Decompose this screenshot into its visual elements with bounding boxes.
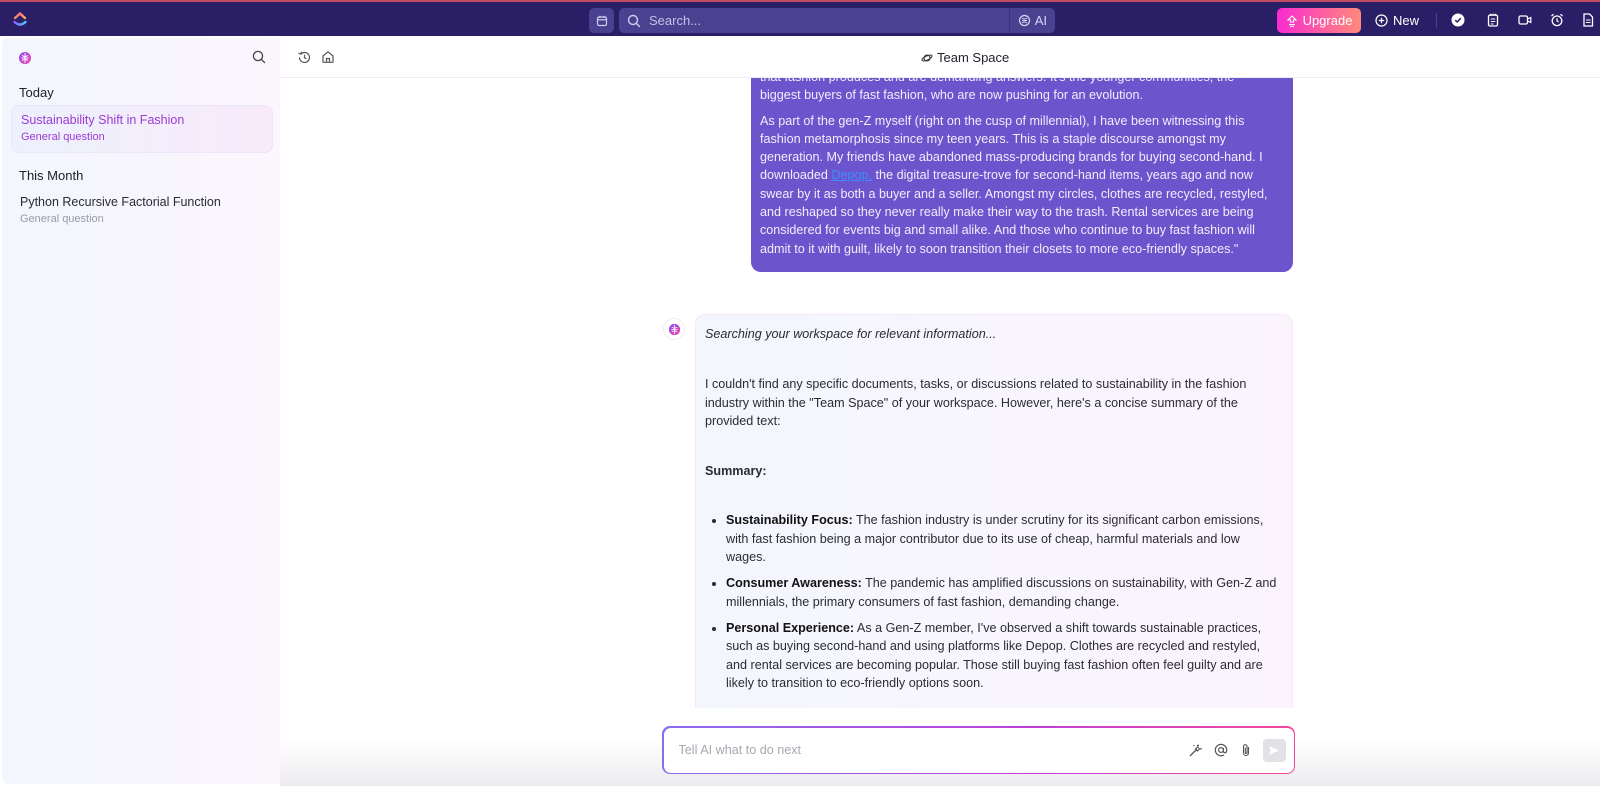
chat-title: Python Recursive Factorial Function (20, 195, 221, 209)
user-text: that fashion produces and are demanding … (760, 78, 1234, 84)
magic-wand-button[interactable] (1188, 742, 1204, 758)
document-icon (1583, 13, 1594, 27)
at-sign-icon (1214, 743, 1227, 757)
chat-transcript[interactable]: that fashion produces and are demanding … (280, 78, 1600, 708)
upgrade-icon (1286, 14, 1297, 27)
plus-circle-icon (1375, 14, 1388, 27)
reminders-button[interactable] (1549, 12, 1565, 28)
ai-brain-logo-icon (18, 51, 32, 65)
chat-history-item[interactable]: Sustainability Shift in Fashion General … (11, 105, 273, 153)
chat-subtitle: General question (20, 213, 104, 225)
composer-inner (663, 727, 1294, 773)
upgrade-label: Upgrade (1302, 13, 1353, 28)
new-label: New (1393, 13, 1420, 28)
search-icon (252, 50, 266, 64)
user-message-para-1: that fashion produces and are demanding … (760, 78, 1284, 105)
space-title-text: Team Space (937, 50, 1010, 65)
home-button[interactable] (321, 50, 335, 64)
sidebar-search-button[interactable] (252, 50, 268, 66)
ai-brain-icon (1018, 14, 1030, 27)
ai-intro-text: I couldn't find any specific documents, … (705, 377, 1247, 428)
record-video-button[interactable] (1517, 12, 1533, 28)
summary-bullet: Personal Experience: As a Gen-Z member, … (726, 619, 1283, 692)
search-icon (627, 14, 641, 27)
notepad-button[interactable] (1485, 12, 1501, 28)
ai-brain-icon (668, 323, 680, 335)
user-message-para-2: As part of the gen-Z myself (right on th… (760, 112, 1284, 258)
section-title-this-month: This Month (19, 168, 84, 183)
mention-button[interactable] (1213, 742, 1229, 758)
bullet-label: Sustainability Focus: (726, 513, 853, 528)
ai-chat-sidebar: Today Sustainability Shift in Fashion Ge… (2, 38, 280, 784)
user-message-bubble: that fashion produces and are demanding … (751, 78, 1293, 272)
ai-avatar (663, 318, 685, 340)
ai-search-button[interactable]: AI (1008, 8, 1055, 33)
alarm-clock-icon (1551, 13, 1563, 27)
depop-link[interactable]: Depop, (831, 168, 872, 182)
video-camera-icon (1518, 15, 1532, 25)
new-button[interactable]: New (1375, 8, 1419, 33)
ai-label: AI (1034, 13, 1047, 28)
check-circle-icon (1451, 13, 1465, 27)
calendar-button[interactable] (589, 8, 614, 33)
summary-heading: Summary: (705, 464, 767, 479)
search-placeholder[interactable]: Search... (649, 13, 1009, 28)
upgrade-button[interactable]: Upgrade (1277, 8, 1361, 33)
bullet-label: Consumer Awareness: (726, 576, 862, 591)
planet-icon (921, 53, 933, 62)
magic-wand-icon (1189, 744, 1202, 756)
chat-subtitle: General question (21, 131, 105, 143)
summary-bullet: Sustainability Focus: The fashion indust… (726, 511, 1283, 566)
attach-button[interactable] (1238, 742, 1254, 758)
tasks-check-button[interactable] (1450, 12, 1466, 28)
topbar-divider (1436, 13, 1437, 28)
space-title[interactable]: Team Space (921, 50, 1009, 65)
top-bar: Search... AI Upgrade New (0, 0, 1600, 36)
chat-history-item[interactable]: Python Recursive Factorial Function Gene… (11, 188, 273, 236)
summary-list: Sustainability Focus: The fashion indust… (705, 511, 1283, 692)
ai-prompt-input[interactable] (678, 743, 1188, 757)
summary-bullet: Consumer Awareness: The pandemic has amp… (726, 574, 1283, 611)
global-search[interactable]: Search... AI (619, 8, 1055, 33)
bullet-label: Personal Experience: (726, 620, 855, 635)
paperclip-icon (1242, 744, 1249, 757)
docs-button[interactable] (1580, 12, 1596, 28)
chat-header: Team Space (280, 38, 1600, 78)
history-icon (298, 51, 311, 64)
notepad-icon (1487, 13, 1499, 27)
user-text: biggest buyers of fast fashion, who are … (760, 88, 1143, 103)
clickup-logo-icon[interactable] (12, 10, 28, 28)
ai-composer (662, 726, 1295, 774)
chat-title: Sustainability Shift in Fashion (21, 113, 185, 127)
home-icon (322, 51, 334, 63)
section-title-today: Today (19, 85, 54, 100)
send-arrow-icon (1269, 745, 1279, 755)
send-button[interactable] (1262, 738, 1286, 762)
ai-response-bubble: Searching your workspace for relevant in… (695, 314, 1293, 708)
history-button[interactable] (297, 50, 312, 65)
ai-status-text: Searching your workspace for relevant in… (705, 327, 997, 341)
calendar-icon (596, 15, 607, 26)
